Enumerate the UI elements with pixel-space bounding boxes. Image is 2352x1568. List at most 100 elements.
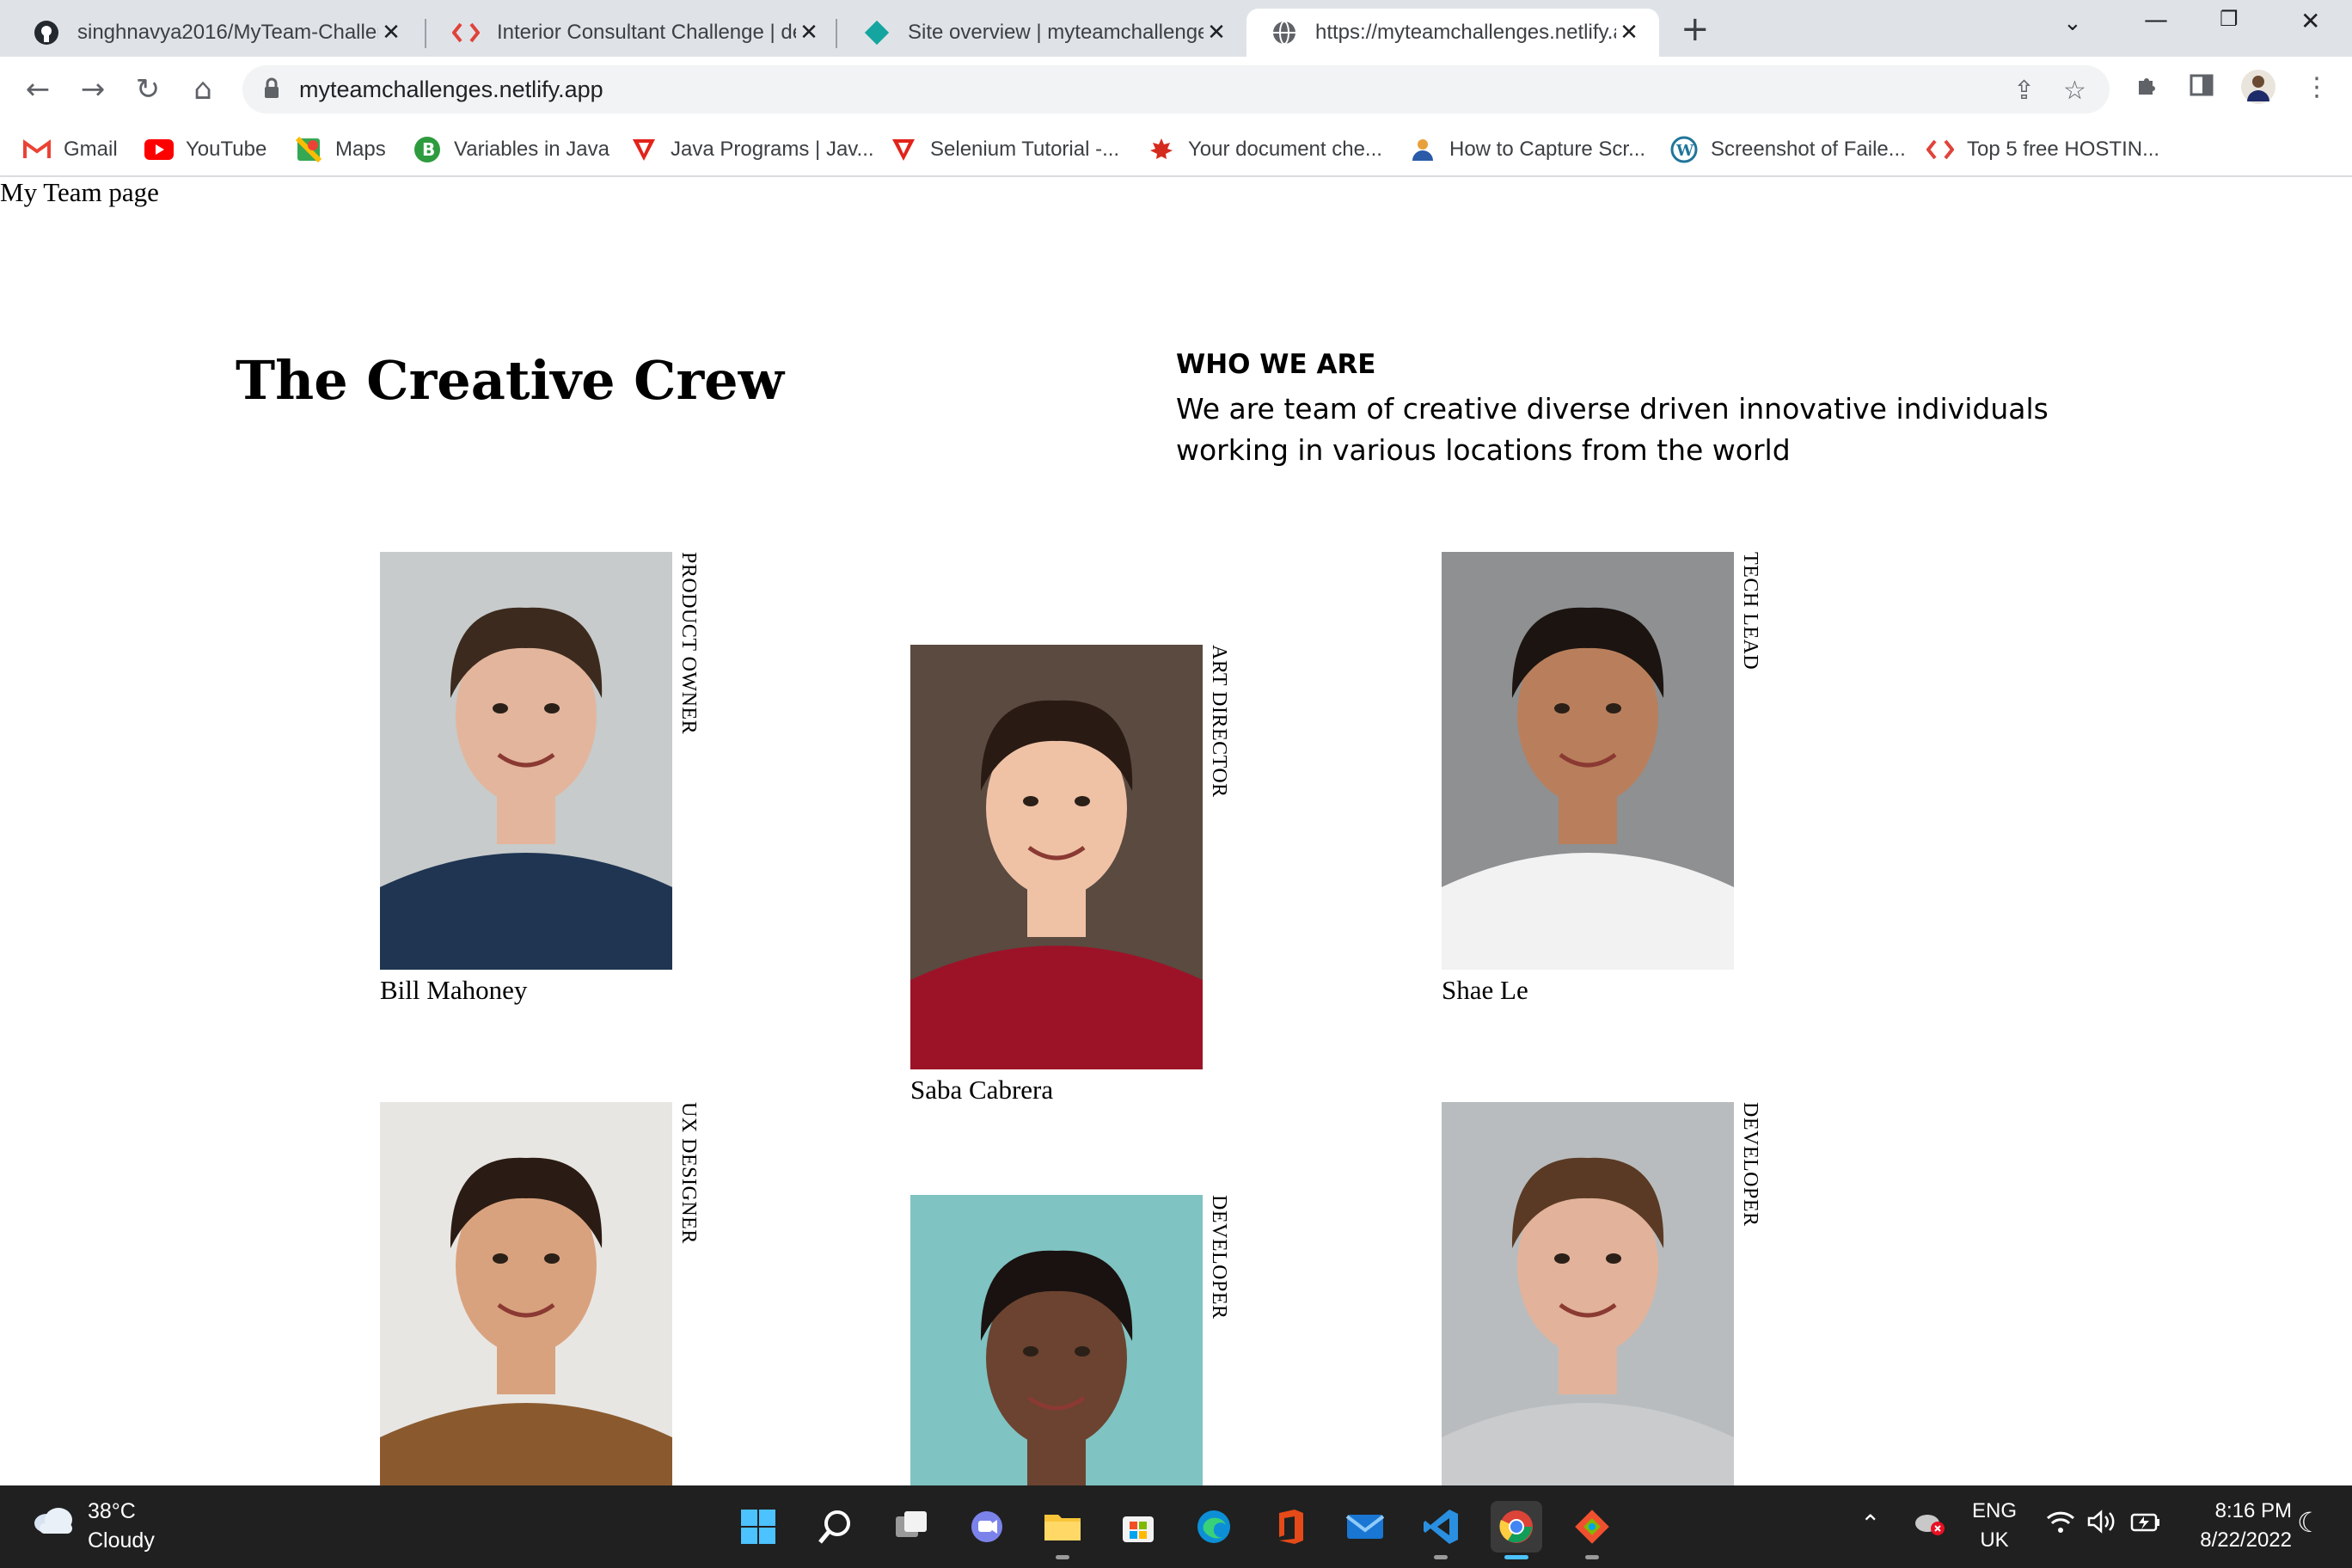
bookmark-label: Your document che... <box>1188 138 1382 161</box>
vscode-icon[interactable] <box>1415 1501 1467 1559</box>
globe-icon <box>1271 19 1298 46</box>
tab-netlify[interactable]: Site overview | myteamchallenges ✕ <box>839 9 1246 57</box>
bookmark-label: Maps <box>335 138 386 161</box>
windows-taskbar: 38°C Cloudy ⌃ ENG UK 8:16 PM 8/22/2022 ☾ <box>0 1485 2352 1568</box>
bookmark-label: Screenshot of Faile... <box>1711 138 1906 161</box>
portrait-eye <box>1075 796 1090 806</box>
volume-icon[interactable] <box>2087 1510 2116 1540</box>
bookmark-label: How to Capture Scr... <box>1449 138 1646 161</box>
onedrive-error-icon[interactable] <box>1914 1510 1948 1543</box>
restore-button[interactable]: ❐ <box>2220 7 2239 31</box>
portrait-image <box>380 552 672 970</box>
portrait-image <box>910 645 1203 1069</box>
clock[interactable]: 8:16 PM 8/22/2022 <box>2180 1499 2292 1553</box>
bookmark-label: Top 5 free HOSTIN... <box>1967 138 2160 161</box>
portrait-eye <box>493 703 508 714</box>
back-arrow-icon[interactable]: ← <box>19 70 57 108</box>
youtube-icon <box>144 135 174 164</box>
person-icon <box>1408 135 1437 164</box>
office-icon[interactable] <box>1264 1501 1315 1553</box>
portrait-eye <box>1075 1346 1090 1357</box>
file-explorer-icon[interactable] <box>1037 1501 1088 1559</box>
maple-leaf-icon <box>1147 135 1176 164</box>
member-photo <box>1442 1102 1734 1485</box>
close-icon[interactable]: ✕ <box>378 20 404 46</box>
member-role: ART DIRECTOR <box>1208 645 1230 798</box>
chrome-icon[interactable] <box>1491 1501 1542 1559</box>
member-name: Shae Le <box>1442 975 1528 1005</box>
weather-temperature[interactable]: 38°C <box>88 1499 136 1524</box>
portrait-shirt <box>910 946 1203 1069</box>
clock-date: 8/22/2022 <box>2200 1528 2292 1552</box>
bookmark-top5-hosting[interactable]: Top 5 free HOSTIN... <box>1926 131 2159 168</box>
bookmark-star-icon[interactable]: ☆ <box>2063 76 2086 106</box>
bookmark-label: YouTube <box>186 138 267 161</box>
bookmark-youtube[interactable]: YouTube <box>144 131 266 168</box>
task-view-icon[interactable] <box>885 1501 937 1553</box>
cloud-icon[interactable] <box>31 1504 76 1539</box>
menu-kebab-icon[interactable]: ⋮ <box>2304 72 2330 102</box>
forward-arrow-icon[interactable]: → <box>74 70 112 108</box>
weather-condition[interactable]: Cloudy <box>88 1528 155 1553</box>
side-panel-icon[interactable] <box>2189 72 2214 105</box>
member-photo <box>380 552 672 970</box>
close-icon[interactable]: ✕ <box>1204 20 1229 46</box>
close-window-button[interactable]: ✕ <box>2300 7 2320 35</box>
portrait-image <box>1442 1102 1734 1485</box>
running-indicator <box>1434 1555 1448 1559</box>
bookmark-gmail[interactable]: Gmail <box>22 131 118 168</box>
red-v-icon <box>629 135 658 164</box>
bookmark-screenshot-failed[interactable]: W Screenshot of Faile... <box>1669 131 1906 168</box>
mail-icon[interactable] <box>1339 1501 1391 1553</box>
close-icon[interactable]: ✕ <box>1616 20 1642 46</box>
tab-github[interactable]: singhnavya2016/MyTeam-Challenge ✕ <box>9 9 421 57</box>
member-photo <box>1442 552 1734 970</box>
search-icon[interactable] <box>810 1501 861 1553</box>
lock-icon[interactable] <box>263 77 280 103</box>
minimize-button[interactable]: — <box>2144 5 2168 34</box>
windows-start-icon[interactable] <box>732 1501 784 1553</box>
tab-interior-challenge[interactable]: Interior Consultant Challenge | dev ✕ <box>428 9 839 57</box>
gmail-icon <box>22 135 52 164</box>
portrait-eye <box>1554 1253 1570 1264</box>
address-bar[interactable]: myteamchallenges.netlify.app ⇪ ☆ <box>242 65 2110 113</box>
member-name: Saba Cabrera <box>910 1075 1054 1105</box>
bookmark-java-programs[interactable]: Java Programs | Jav... <box>629 131 874 168</box>
tab-active-page[interactable]: https://myteamchallenges.netlify.app ✕ <box>1246 9 1659 57</box>
chevron-up-icon[interactable]: ⌃ <box>1860 1510 1880 1538</box>
share-icon[interactable]: ⇪ <box>2013 76 2035 106</box>
portrait-eye <box>1554 703 1570 714</box>
battery-icon[interactable] <box>2130 1511 2161 1540</box>
bookmark-capture-screenshot[interactable]: How to Capture Scr... <box>1408 131 1645 168</box>
bookmark-maps[interactable]: Maps <box>294 131 386 168</box>
edge-icon[interactable] <box>1188 1501 1240 1553</box>
extensions-icon[interactable] <box>2134 72 2159 105</box>
portrait-shirt <box>380 853 672 970</box>
netlify-icon <box>863 19 891 46</box>
member-name: Bill Mahoney <box>380 975 528 1005</box>
microsoft-store-icon[interactable] <box>1112 1501 1164 1553</box>
bookmark-selenium-tutorial[interactable]: Selenium Tutorial -... <box>889 131 1119 168</box>
new-tab-button[interactable]: + <box>1681 12 1710 46</box>
language-indicator[interactable]: ENG UK <box>1969 1499 2020 1553</box>
who-we-are-text: We are team of creative diverse driven i… <box>1176 392 2049 467</box>
region-code: UK <box>1980 1528 2009 1552</box>
bookmark-document-check[interactable]: Your document che... <box>1147 131 1382 168</box>
tab-title: singhnavya2016/MyTeam-Challenge <box>77 21 378 44</box>
bookmark-label: Selenium Tutorial -... <box>930 138 1120 161</box>
page-doc-title: My Team page <box>0 177 159 207</box>
reload-icon[interactable]: ↻ <box>129 70 167 108</box>
close-icon[interactable]: ✕ <box>796 20 822 46</box>
wifi-icon[interactable] <box>2046 1510 2075 1540</box>
member-role: DEVELOPER <box>1208 1195 1230 1320</box>
profile-avatar[interactable] <box>2240 69 2276 112</box>
notifications-moon-icon[interactable]: ☾ <box>2297 1506 2322 1539</box>
teams-chat-icon[interactable] <box>961 1501 1013 1553</box>
bookmarks-bar: Gmail YouTube Maps B Variables in Java J… <box>0 122 2352 177</box>
bookmark-variables-java[interactable]: B Variables in Java <box>413 131 609 168</box>
url-text: myteamchallenges.netlify.app <box>299 77 603 102</box>
tab-search-icon[interactable]: ⌄ <box>2063 10 2082 36</box>
git-icon[interactable] <box>1566 1501 1618 1559</box>
portrait-eye <box>544 1253 560 1264</box>
home-icon[interactable]: ⌂ <box>184 70 222 108</box>
